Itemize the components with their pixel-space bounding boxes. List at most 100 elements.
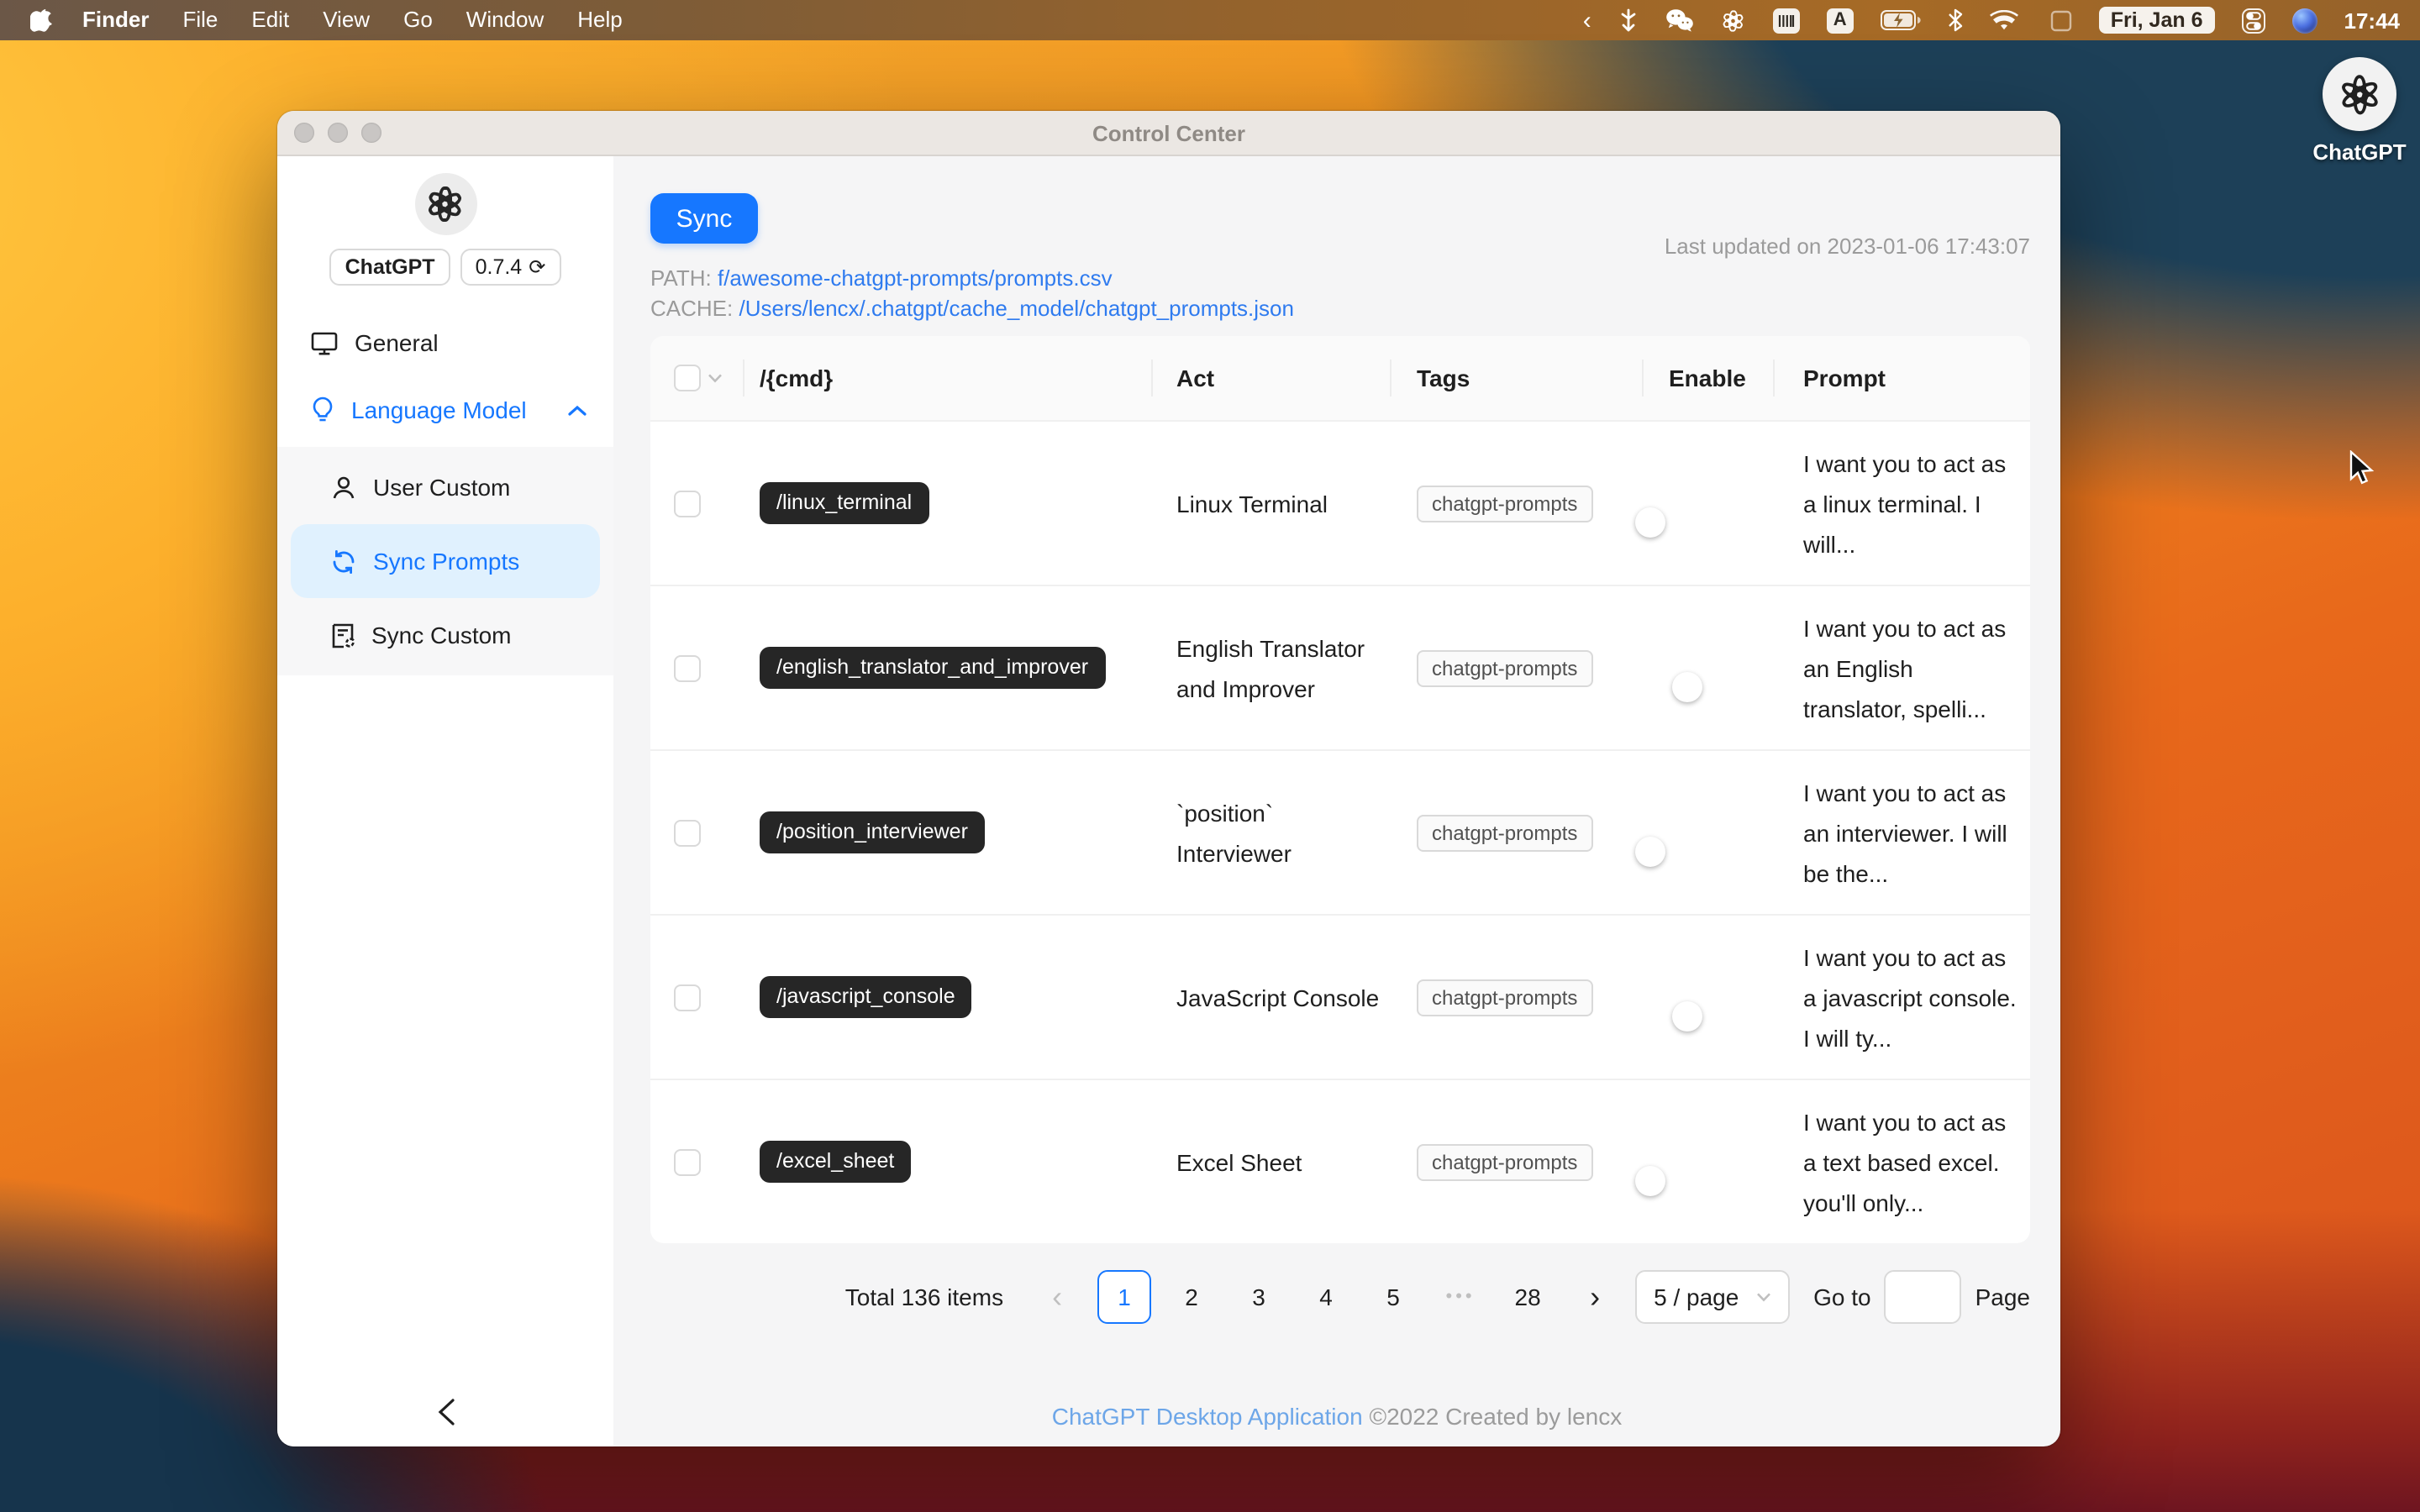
back-chevron-icon[interactable]: ‹: [1570, 0, 1605, 40]
desktop-chatgpt-shortcut[interactable]: ChatGPT: [2299, 57, 2420, 165]
page-size-value: 5 / page: [1654, 1284, 1739, 1310]
prompt-text: I want you to act as an English translat…: [1803, 614, 2007, 722]
total-items-text: Total 136 items: [844, 1284, 1004, 1310]
window-footer: ChatGPT Desktop Application ©2022 Create…: [613, 1403, 2060, 1430]
branch-down-icon[interactable]: [1605, 0, 1652, 40]
cache-link[interactable]: /Users/lencx/.chatgpt/cache_model/chatgp…: [739, 296, 1294, 321]
cache-label: CACHE:: [650, 296, 734, 321]
window-title: Control Center: [1092, 120, 1245, 145]
act-text: Linux Terminal: [1176, 490, 1328, 517]
path-line: PATH: f/awesome-chatgpt-prompts/prompts.…: [650, 264, 2030, 292]
language-model-submenu: User Custom Sync Prompts Sync Custom: [277, 447, 613, 675]
bluetooth-icon[interactable]: [1934, 0, 1976, 40]
menu-bar-status: ‹ A Fri, Jan 6 17:44: [1570, 0, 2420, 40]
avatar: [414, 173, 476, 235]
menu-item-window[interactable]: Window: [450, 0, 561, 40]
path-link[interactable]: f/awesome-chatgpt-prompts/prompts.csv: [718, 265, 1113, 291]
menu-item-view[interactable]: View: [306, 0, 387, 40]
prompts-table: /{cmd} Act Tags Enable Prompt /linux_ter…: [650, 336, 2030, 1243]
menu-item-go[interactable]: Go: [387, 0, 450, 40]
apple-menu[interactable]: [20, 8, 66, 33]
footer-copyright: ©2022 Created by lencx: [1369, 1403, 1623, 1430]
act-text: JavaScript Console: [1176, 984, 1380, 1011]
sync-button[interactable]: Sync: [650, 193, 758, 244]
column-header-cmd: /{cmd}: [743, 336, 1151, 420]
prompt-text: I want you to act as a text based excel.…: [1803, 1108, 2007, 1215]
row-checkbox[interactable]: [674, 984, 701, 1011]
user-icon: [331, 475, 356, 500]
page-button-4[interactable]: 4: [1299, 1270, 1353, 1324]
refresh-icon: ⟳: [529, 255, 546, 279]
chevron-left-icon: [437, 1399, 454, 1425]
menu-item-finder[interactable]: Finder: [66, 0, 166, 40]
collapse-sidebar-button[interactable]: [277, 1398, 613, 1426]
page-button-3[interactable]: 3: [1232, 1270, 1286, 1324]
wechat-icon[interactable]: [1652, 0, 1707, 40]
mouse-cursor: [2349, 450, 2375, 487]
version-badge[interactable]: 0.7.4 ⟳: [460, 249, 561, 286]
page-button-1[interactable]: 1: [1097, 1270, 1152, 1324]
tag-pill: chatgpt-prompts: [1417, 485, 1593, 522]
goto-page-input[interactable]: [1884, 1270, 1962, 1324]
cmd-tag: /linux_terminal: [760, 482, 929, 524]
table-row: /linux_terminal Linux Terminal chatgpt-p…: [650, 420, 2030, 585]
document-sync-icon: [331, 622, 355, 648]
sidebar-item-general[interactable]: General: [277, 309, 613, 376]
row-checkbox[interactable]: [674, 1148, 701, 1175]
barcode-icon[interactable]: [1760, 0, 1813, 40]
prompt-text: I want you to act as a javascript consol…: [1803, 943, 2017, 1051]
table-row: /position_interviewer `position` Intervi…: [650, 749, 2030, 914]
control-center-icon[interactable]: [2228, 0, 2279, 40]
footer-app-link[interactable]: ChatGPT Desktop Application: [1052, 1403, 1363, 1430]
chatgpt-status-icon[interactable]: [1707, 0, 1760, 40]
sidebar-item-label: User Custom: [373, 474, 511, 501]
prev-page-button[interactable]: ‹: [1030, 1270, 1084, 1324]
page-button-5[interactable]: 5: [1366, 1270, 1420, 1324]
chevron-up-icon[interactable]: [568, 404, 587, 416]
page-button-28[interactable]: 28: [1501, 1270, 1555, 1324]
sidebar-item-sync-custom[interactable]: Sync Custom: [277, 598, 613, 672]
wifi-icon[interactable]: [1976, 0, 2032, 40]
tag-pill: chatgpt-prompts: [1417, 979, 1593, 1016]
page-button-2[interactable]: 2: [1165, 1270, 1218, 1324]
sidebar: ChatGPT 0.7.4 ⟳ General Language Model U…: [277, 156, 613, 1446]
menu-bar-date[interactable]: Fri, Jan 6: [2086, 0, 2228, 40]
select-all-checkbox[interactable]: [674, 365, 701, 391]
cache-line: CACHE: /Users/lencx/.chatgpt/cache_model…: [650, 294, 2030, 323]
row-checkbox[interactable]: [674, 654, 701, 681]
sidebar-item-user-custom[interactable]: User Custom: [277, 450, 613, 524]
apple-logo-icon: [30, 8, 52, 33]
desktop-icon-label: ChatGPT: [2312, 139, 2407, 165]
last-updated-text: Last updated on 2023-01-06 17:43:07: [1664, 234, 2030, 259]
row-checkbox[interactable]: [674, 819, 701, 846]
menu-item-edit[interactable]: Edit: [234, 0, 306, 40]
cmd-tag: /english_translator_and_improver: [760, 647, 1106, 689]
main-panel: Sync PATH: f/awesome-chatgpt-prompts/pro…: [613, 156, 2060, 1446]
sidebar-item-sync-prompts[interactable]: Sync Prompts: [291, 524, 600, 598]
chevron-down-icon: [1756, 1292, 1771, 1302]
input-source-icon[interactable]: A: [1813, 0, 1867, 40]
control-center-window: Control Center ChatGPT 0.7.4 ⟳ General L…: [277, 111, 2060, 1446]
sidebar-item-language-model[interactable]: Language Model: [277, 376, 613, 444]
next-page-button[interactable]: ›: [1568, 1270, 1622, 1324]
menu-item-help[interactable]: Help: [560, 0, 639, 40]
jump-pages-ellipsis[interactable]: •••: [1434, 1270, 1487, 1324]
cmd-tag: /excel_sheet: [760, 1141, 912, 1183]
window-titlebar[interactable]: Control Center: [277, 111, 2060, 156]
menu-bar-clock[interactable]: 17:44: [2331, 8, 2401, 33]
table-header: /{cmd} Act Tags Enable Prompt: [650, 336, 2030, 420]
select-menu-chevron-icon[interactable]: [708, 373, 723, 383]
table-row: /english_translator_and_improver English…: [650, 585, 2030, 749]
page-size-select[interactable]: 5 / page: [1635, 1270, 1791, 1324]
sidebar-item-label: Language Model: [351, 396, 527, 423]
battery-icon[interactable]: [1867, 0, 1934, 40]
sync-icon: [331, 549, 356, 574]
tag-pill: chatgpt-prompts: [1417, 814, 1593, 851]
display-mirroring-icon[interactable]: [2032, 0, 2086, 40]
siri-globe-icon[interactable]: [2279, 0, 2331, 40]
pagination: Total 136 items ‹ 1 2 3 4 5 ••• 28 › 5 /…: [650, 1270, 2030, 1324]
menu-item-file[interactable]: File: [166, 0, 234, 40]
column-header-act: Act: [1151, 336, 1390, 420]
row-checkbox[interactable]: [674, 490, 701, 517]
column-header-enable: Enable: [1642, 336, 1773, 420]
